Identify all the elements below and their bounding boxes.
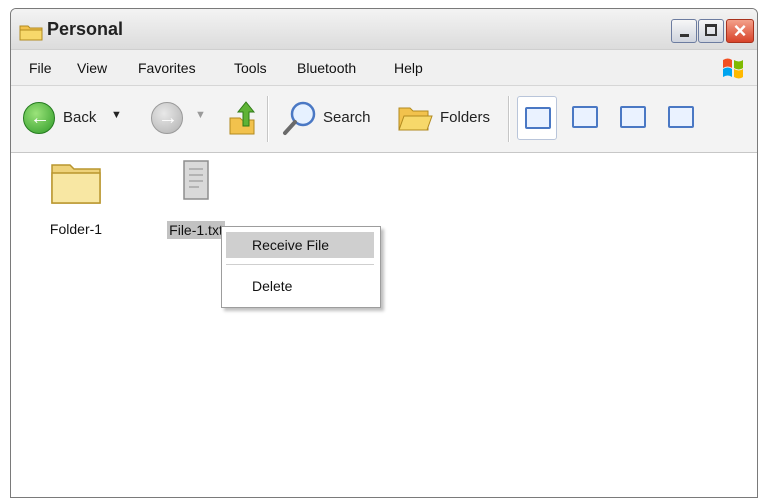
close-icon: × bbox=[733, 18, 747, 43]
menu-file[interactable]: File bbox=[29, 60, 52, 76]
toolbar-separator bbox=[267, 96, 269, 142]
menu-bluetooth[interactable]: Bluetooth bbox=[297, 60, 356, 76]
search-icon bbox=[283, 101, 316, 135]
text-file-icon bbox=[183, 160, 209, 200]
view-list-button[interactable] bbox=[565, 96, 605, 140]
up-folder-button[interactable] bbox=[227, 100, 257, 136]
search-button[interactable]: Search bbox=[281, 100, 381, 136]
folders-button[interactable]: Folders bbox=[396, 100, 496, 136]
search-label: Search bbox=[323, 109, 371, 126]
delete-menu-item[interactable]: Delete bbox=[226, 273, 374, 299]
menu-view[interactable]: View bbox=[77, 60, 107, 76]
receive-file-menu-item[interactable]: Receive File bbox=[226, 232, 374, 258]
close-button[interactable]: × bbox=[726, 18, 754, 43]
windows-logo-icon bbox=[723, 58, 743, 79]
forward-dropdown-icon[interactable]: ▼ bbox=[195, 109, 206, 121]
minimize-button[interactable] bbox=[671, 19, 697, 43]
window-title: Personal bbox=[47, 19, 124, 39]
maximize-button[interactable] bbox=[698, 19, 724, 43]
folder-name: Folder-1 bbox=[49, 221, 103, 237]
context-menu: Receive File Delete bbox=[221, 226, 381, 308]
file-area[interactable]: Folder-1 File-1.txt Receive File Delete bbox=[11, 153, 757, 497]
up-folder-icon bbox=[229, 101, 256, 135]
forward-button[interactable]: → ▼ bbox=[151, 102, 207, 136]
back-label: Back bbox=[63, 109, 97, 126]
toolbar-separator bbox=[508, 96, 510, 142]
folders-label: Folders bbox=[440, 109, 491, 126]
explorer-window: Personal × File View Favorites Tools Blu… bbox=[10, 8, 758, 498]
context-menu-separator bbox=[226, 264, 374, 265]
details-view-icon bbox=[668, 106, 694, 128]
toolbar: ← Back ▼ → ▼ Search Folders bbox=[11, 86, 757, 153]
list-view-icon bbox=[572, 106, 598, 128]
view-tiles-button[interactable] bbox=[517, 96, 557, 140]
view-icons-button[interactable] bbox=[613, 96, 653, 140]
folder-icon bbox=[19, 25, 43, 41]
menu-favorites[interactable]: Favorites bbox=[138, 60, 196, 76]
back-arrow-icon: ← bbox=[23, 102, 55, 134]
folders-icon bbox=[398, 107, 433, 131]
icons-view-icon bbox=[620, 106, 646, 128]
file-name: File-1.txt bbox=[167, 221, 225, 239]
menu-tools[interactable]: Tools bbox=[234, 60, 267, 76]
menu-help[interactable]: Help bbox=[394, 60, 423, 76]
tiles-view-icon bbox=[525, 107, 551, 129]
menu-bar: File View Favorites Tools Bluetooth Help bbox=[11, 50, 757, 86]
title-bar[interactable]: Personal × bbox=[11, 9, 757, 50]
back-dropdown-icon[interactable]: ▼ bbox=[111, 109, 122, 121]
view-details-button[interactable] bbox=[661, 96, 701, 140]
folder-item[interactable]: Folder-1 bbox=[33, 159, 119, 249]
minimize-icon bbox=[680, 34, 689, 37]
back-button[interactable]: ← Back ▼ bbox=[23, 102, 135, 136]
forward-arrow-icon: → bbox=[151, 102, 183, 134]
maximize-icon bbox=[705, 24, 717, 36]
folder-icon bbox=[51, 164, 101, 204]
